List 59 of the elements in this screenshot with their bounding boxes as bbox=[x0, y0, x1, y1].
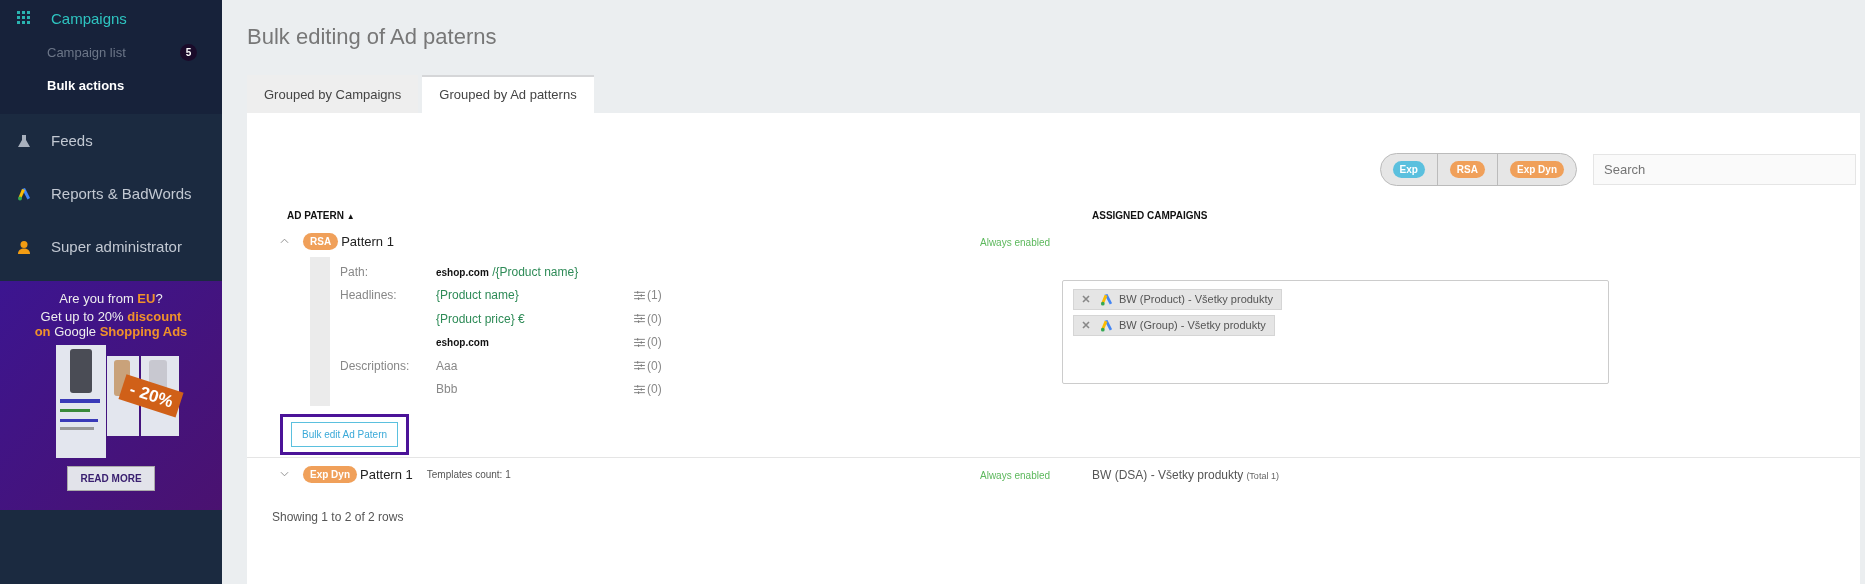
sidebar-item[interactable]: Super administrator bbox=[0, 220, 222, 273]
sidebar-subitem[interactable]: Campaign list 5 bbox=[0, 36, 222, 69]
ads-icon bbox=[1100, 318, 1113, 332]
usage-count: (0) bbox=[647, 335, 662, 350]
count-badge: 5 bbox=[180, 44, 197, 61]
usage-count: (0) bbox=[647, 311, 662, 326]
type-badge: Exp Dyn bbox=[303, 465, 357, 483]
domain-text: eshop.com bbox=[436, 266, 489, 278]
status-text: Always enabled bbox=[980, 237, 1051, 248]
ad-text: {Product name} bbox=[436, 288, 519, 303]
read-more-button[interactable]: READ MORE bbox=[67, 466, 155, 491]
ad-text: Aaa bbox=[436, 358, 458, 373]
pattern-name: Pattern 1 bbox=[341, 233, 394, 249]
remove-icon[interactable] bbox=[1082, 295, 1090, 303]
chevron-icon[interactable] bbox=[280, 238, 289, 244]
assigned-campaign: BW (DSA) - Všetky produkty bbox=[1092, 468, 1244, 482]
sidebar-item[interactable]: Reports & BadWords bbox=[0, 167, 222, 220]
sidebar-item[interactable]: Campaigns bbox=[0, 0, 222, 36]
sliders-icon bbox=[634, 314, 645, 324]
sliders-icon bbox=[634, 290, 645, 300]
field-label: Descriptions: bbox=[340, 358, 410, 373]
campaign-tag: BW (Group) - Všetky produkty bbox=[1073, 314, 1275, 336]
type-badge: RSA bbox=[303, 232, 339, 250]
remove-icon[interactable] bbox=[1082, 321, 1090, 329]
sidebar-item[interactable]: Feeds bbox=[0, 114, 222, 167]
sliders-icon bbox=[634, 384, 645, 394]
flask-icon bbox=[17, 133, 31, 148]
usage-count: (1) bbox=[647, 288, 662, 303]
ad-text: eshop.com bbox=[436, 337, 489, 349]
column-header[interactable]: AD PATERN ▲ bbox=[247, 210, 1092, 221]
promo-text: Are you from EU? bbox=[59, 291, 163, 306]
campaign-select-field[interactable]: BW (Product) - Všetky produkty BW (Group) - Všetky produkty bbox=[1062, 279, 1609, 384]
user-icon bbox=[17, 239, 31, 254]
promo-text: Get up to 20% discount bbox=[40, 309, 182, 324]
templates-count: Templates count: 1 bbox=[426, 468, 511, 480]
promo-text: on Google Shopping Ads bbox=[34, 324, 188, 339]
usage-count: (0) bbox=[647, 358, 662, 373]
ads-icon bbox=[1100, 292, 1113, 306]
grid-icon bbox=[17, 11, 31, 25]
ads-icon bbox=[17, 186, 31, 201]
tab[interactable]: Grouped by Ad patterns bbox=[422, 75, 594, 113]
sidebar-subitem[interactable]: Bulk actions bbox=[0, 69, 222, 102]
path-text: /{Product name} bbox=[492, 264, 579, 279]
sliders-icon bbox=[634, 361, 645, 371]
status-text: Always enabled bbox=[980, 470, 1051, 481]
ad-text: {Product price} € bbox=[436, 311, 525, 326]
pattern-name: Pattern 1 bbox=[360, 466, 413, 482]
field-label: Headlines: bbox=[340, 288, 397, 303]
page-title: Bulk editing of Ad paterns bbox=[247, 24, 498, 50]
sliders-icon bbox=[634, 337, 645, 347]
field-label: Path: bbox=[340, 264, 370, 279]
campaign-tag: BW (Product) - Všetky produkty bbox=[1073, 288, 1283, 310]
pagination-summary: Showing 1 to 2 of 2 rows bbox=[272, 510, 405, 524]
search-field[interactable]: Search bbox=[1593, 154, 1856, 185]
column-header: ASSIGNED CAMPAIGNS bbox=[1092, 210, 1209, 221]
usage-count: (0) bbox=[647, 382, 662, 397]
ad-text: Bbb bbox=[436, 382, 458, 397]
total-count: (Total 1) bbox=[1246, 471, 1279, 481]
chevron-icon[interactable] bbox=[280, 471, 289, 477]
